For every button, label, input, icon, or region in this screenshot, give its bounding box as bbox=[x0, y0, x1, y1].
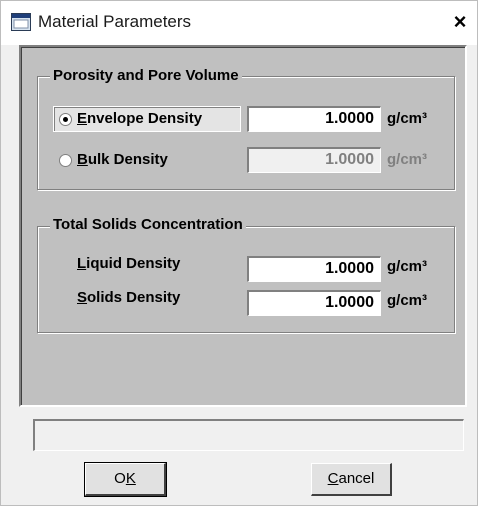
solids-density-unit: g/cm³ bbox=[387, 292, 428, 309]
bulk-density-input[interactable]: 1.0000 bbox=[247, 147, 381, 173]
liquid-density-label: Liquid Density bbox=[73, 251, 221, 277]
parameters-panel: Porosity and Pore Volume Envelope Densit… bbox=[19, 45, 467, 407]
status-field bbox=[33, 419, 464, 451]
solids-density-label: Solids Density bbox=[73, 285, 221, 311]
liquid-density-input[interactable]: 1.0000 bbox=[247, 256, 381, 282]
bulk-density-label[interactable]: Bulk Density bbox=[75, 147, 219, 173]
envelope-density-unit: g/cm³ bbox=[387, 110, 428, 127]
solids-group-title: Total Solids Concentration bbox=[50, 216, 246, 234]
envelope-density-label[interactable]: Envelope Density bbox=[77, 106, 202, 132]
window-title: Material Parameters bbox=[38, 12, 192, 31]
close-icon[interactable]: × bbox=[447, 9, 473, 35]
title-bar[interactable]: Material Parameters × bbox=[1, 1, 477, 45]
solids-density-input[interactable]: 1.0000 bbox=[247, 290, 381, 316]
envelope-density-radio[interactable] bbox=[59, 113, 72, 126]
cancel-button[interactable]: Cancel bbox=[311, 463, 392, 496]
material-parameters-dialog: Material Parameters × Porosity and Pore … bbox=[0, 0, 478, 506]
bulk-density-unit: g/cm³ bbox=[387, 151, 428, 168]
ok-button[interactable]: OK bbox=[84, 462, 167, 497]
radio-selected-dot bbox=[63, 117, 68, 122]
bulk-density-radio[interactable] bbox=[59, 154, 72, 167]
porosity-group-title: Porosity and Pore Volume bbox=[50, 67, 242, 85]
envelope-density-input[interactable]: 1.0000 bbox=[247, 106, 381, 132]
liquid-density-unit: g/cm³ bbox=[387, 258, 428, 275]
window-app-icon bbox=[11, 13, 31, 31]
